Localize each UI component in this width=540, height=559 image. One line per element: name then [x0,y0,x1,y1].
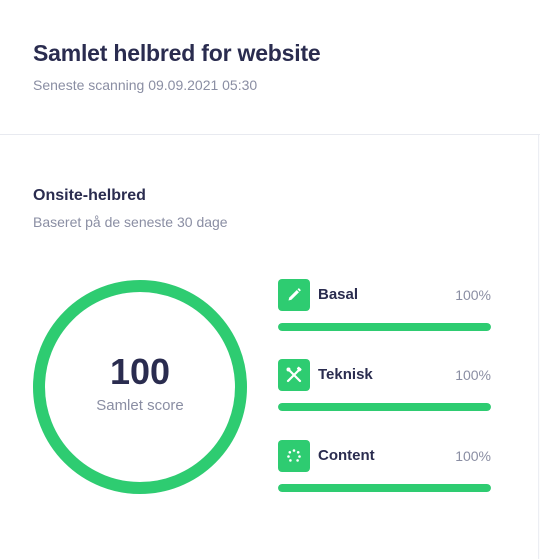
section-title: Onsite-helbred [33,187,146,204]
metric-name: Teknisk [318,366,373,383]
onsite-health-card: Onsite-helbred Baseret på de seneste 30 … [0,135,539,559]
section-subtitle: Baseret på de seneste 30 dage [33,214,228,230]
metric-percent: 100% [455,367,491,383]
metric-progress-bar [278,484,491,492]
pencil-icon [278,279,310,311]
metric-name: Basal [318,286,359,303]
page-title: Samlet helbred for website [33,40,321,66]
metric-progress-fill [278,484,491,492]
metric-name: Content [318,447,375,464]
metric-teknisk[interactable]: Teknisk 100% [278,359,492,419]
metric-progress-bar [278,403,491,411]
metric-progress-bar [278,323,491,331]
metric-progress-fill [278,403,491,411]
tools-icon [278,359,310,391]
total-score-value: 100 [109,351,171,392]
metric-percent: 100% [455,448,491,464]
total-score-label: Samlet score [96,397,184,414]
content-area: Onsite-helbred Baseret på de seneste 30 … [0,135,540,559]
metric-progress-fill [278,323,491,331]
page-header: Samlet helbred for website Seneste scann… [0,0,540,135]
metric-content[interactable]: Content 100% [278,440,492,500]
metric-basal[interactable]: Basal 100% [278,279,492,339]
last-scan-timestamp: Seneste scanning 09.09.2021 05:30 [33,77,258,93]
content-spinner-icon [278,440,310,472]
metric-percent: 100% [455,287,491,303]
